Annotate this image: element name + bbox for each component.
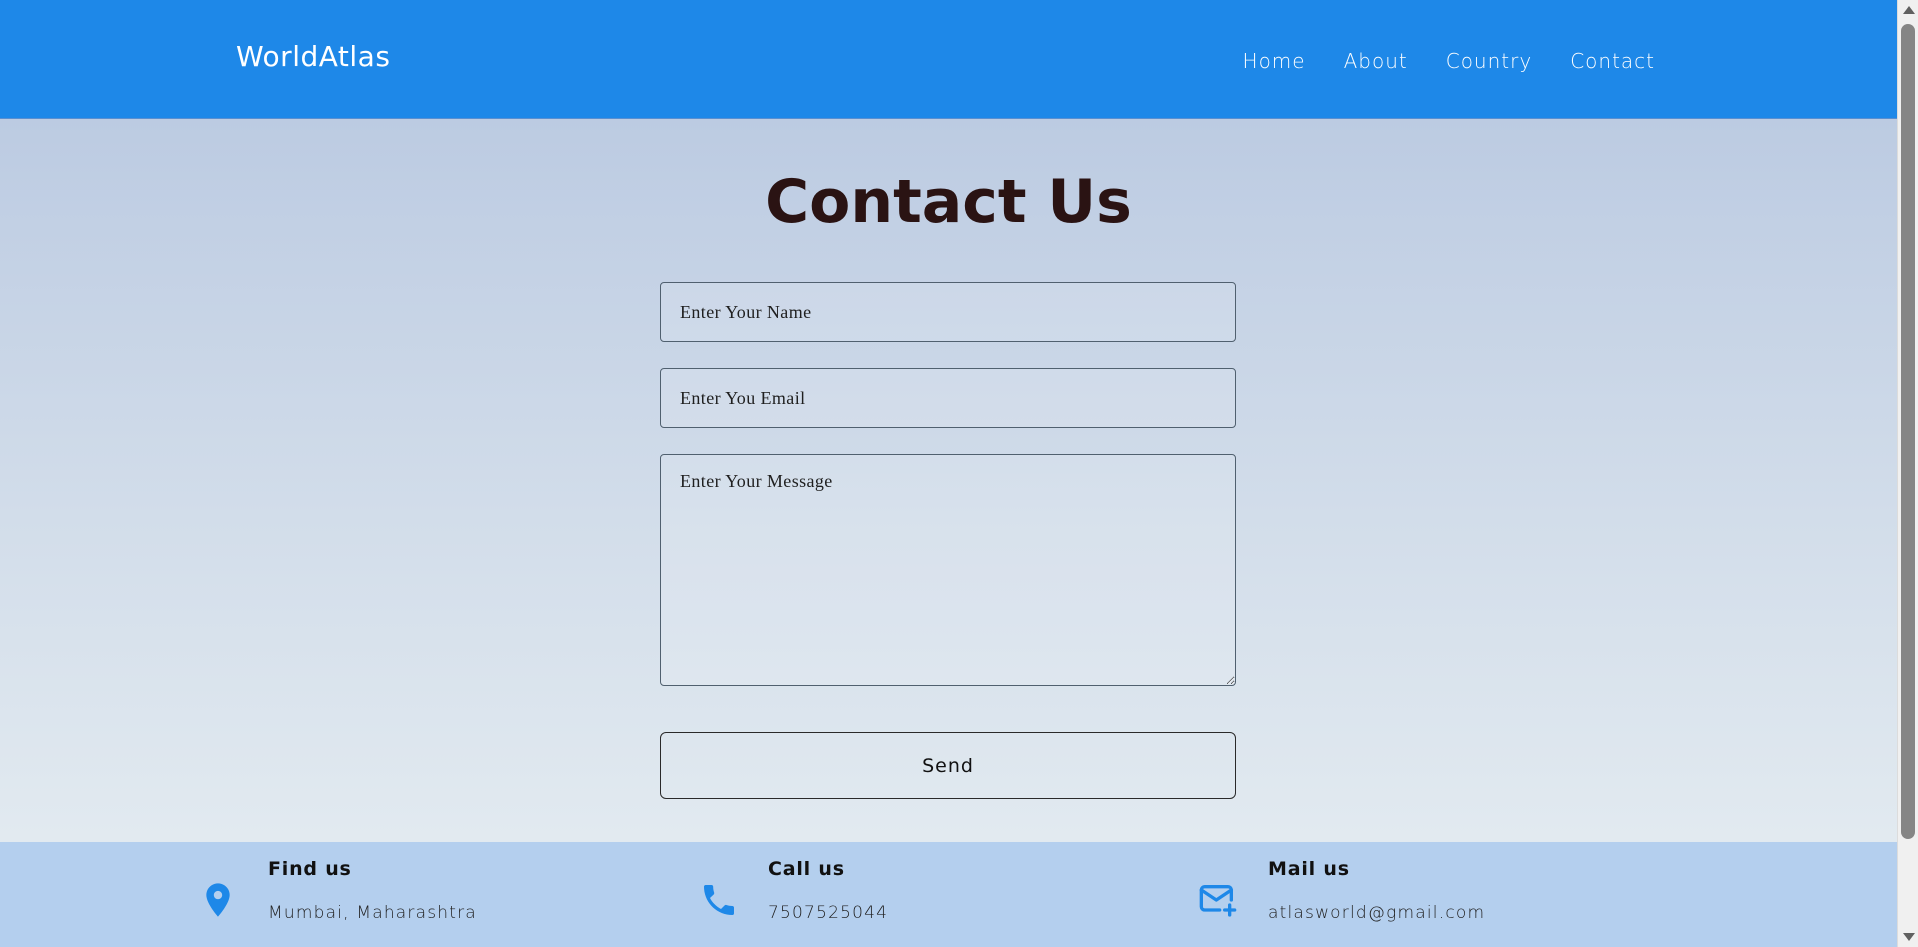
email-input[interactable]: [660, 368, 1236, 428]
map-pin-icon: [198, 880, 238, 920]
nav-link-about[interactable]: About: [1344, 49, 1408, 73]
mail-us-label: Mail us: [1268, 858, 1350, 880]
find-us-label: Find us: [268, 858, 352, 880]
footer: Find us Mumbai, Maharashtra Call us 7507…: [0, 842, 1897, 947]
page: WorldAtlas Home About Country Contact Co…: [0, 0, 1897, 947]
site-logo[interactable]: WorldAtlas: [236, 40, 390, 73]
nav-link-contact[interactable]: Contact: [1570, 49, 1655, 73]
scroll-down-arrow-icon[interactable]: [1903, 933, 1915, 941]
scroll-up-arrow-icon[interactable]: [1903, 6, 1915, 14]
call-us-label: Call us: [768, 858, 845, 880]
address-text: Mumbai, Maharashtra: [268, 903, 477, 923]
navbar: WorldAtlas Home About Country Contact: [0, 0, 1897, 119]
page-title: Contact Us: [765, 167, 1132, 237]
email-address: atlasworld@gmail.com: [1268, 903, 1486, 923]
scroll-thumb[interactable]: [1901, 24, 1915, 839]
send-button[interactable]: Send: [660, 732, 1236, 799]
mail-plus-icon: [1198, 880, 1238, 920]
nav-link-home[interactable]: Home: [1243, 49, 1306, 73]
nav-menu: Home About Country Contact: [1243, 49, 1655, 73]
phone-number: 7507525044: [768, 903, 889, 923]
nav-link-country[interactable]: Country: [1446, 49, 1532, 73]
phone-icon: [699, 880, 739, 920]
name-input[interactable]: [660, 282, 1236, 342]
message-textarea[interactable]: [660, 454, 1236, 686]
contact-section: Contact Us Send: [0, 119, 1897, 842]
vertical-scrollbar[interactable]: [1897, 0, 1918, 947]
